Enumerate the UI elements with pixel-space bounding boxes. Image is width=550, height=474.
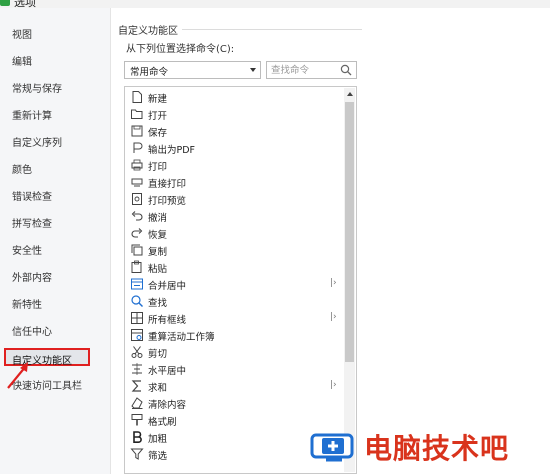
sidebar-item-new-features[interactable]: 新特性 xyxy=(12,296,42,311)
choose-commands-label: 从下列位置选择命令(C): xyxy=(126,44,235,55)
paste-icon xyxy=(131,260,142,273)
list-item[interactable]: 打开 xyxy=(129,106,339,123)
submenu-arrow-icon: |› xyxy=(330,312,337,322)
list-item[interactable]: 复制 xyxy=(129,242,339,259)
sidebar-item-spell-check[interactable]: 拼写检查 xyxy=(12,215,52,230)
copy-icon xyxy=(131,244,143,256)
submenu-arrow-icon: |› xyxy=(330,380,337,390)
group-divider xyxy=(182,29,362,30)
new-doc-icon xyxy=(132,91,142,103)
align-center-icon xyxy=(132,363,142,375)
find-icon xyxy=(131,295,143,307)
list-item[interactable]: 保存 xyxy=(129,123,339,140)
print-preview-icon xyxy=(132,193,142,205)
redo-icon xyxy=(131,228,143,238)
sum-icon xyxy=(131,380,141,392)
all-borders-icon xyxy=(131,312,143,324)
search-icon[interactable] xyxy=(340,64,352,76)
bold-icon xyxy=(133,431,142,443)
list-item[interactable]: 求和 |› xyxy=(129,378,339,395)
watermark: 电脑技术吧 xyxy=(308,425,550,469)
pdf-export-icon xyxy=(133,142,143,153)
group-title: 自定义功能区 xyxy=(118,26,178,37)
options-sidebar: 视图 编辑 常规与保存 重新计算 自定义序列 颜色 错误检查 拼写检查 安全性 … xyxy=(0,8,111,474)
list-item[interactable]: 直接打印 xyxy=(129,174,339,191)
sidebar-item-security[interactable]: 安全性 xyxy=(12,242,42,257)
list-item[interactable]: 所有框线 |› xyxy=(129,310,339,327)
sidebar-item-edit[interactable]: 编辑 xyxy=(12,53,32,68)
list-item[interactable]: 撤消 xyxy=(129,208,339,225)
filter-icon xyxy=(130,448,144,460)
sidebar-item-trust-center[interactable]: 信任中心 xyxy=(12,323,52,338)
sidebar-item-color[interactable]: 颜色 xyxy=(12,161,32,176)
window-title: 选项 xyxy=(14,0,36,8)
list-item[interactable]: 查找 xyxy=(129,293,339,310)
chevron-down-icon xyxy=(250,68,256,72)
save-icon xyxy=(131,125,143,137)
list-item[interactable]: 打印 xyxy=(129,157,339,174)
list-item[interactable]: 新建 xyxy=(129,89,339,106)
list-item[interactable]: 合并居中 |› xyxy=(129,276,339,293)
sidebar-item-general-save[interactable]: 常规与保存 xyxy=(12,80,62,95)
sidebar-item-external-content[interactable]: 外部内容 xyxy=(12,269,52,284)
sidebar-item-recalc[interactable]: 重新计算 xyxy=(12,107,52,122)
command-source-select[interactable]: 常用命令 xyxy=(124,61,261,79)
sidebar-item-error-check[interactable]: 错误检查 xyxy=(12,188,52,203)
sidebar-item-view[interactable]: 视图 xyxy=(12,26,32,41)
scrollbar-thumb[interactable] xyxy=(345,102,354,362)
folder-open-icon xyxy=(131,109,143,119)
list-item[interactable]: 水平居中 xyxy=(129,361,339,378)
watermark-logo-icon xyxy=(310,433,354,462)
list-item[interactable]: 输出为PDF xyxy=(129,140,339,157)
cut-icon xyxy=(131,346,143,358)
undo-icon xyxy=(131,211,143,221)
window-titlebar: 选项 xyxy=(0,0,550,8)
format-painter-icon xyxy=(131,414,143,426)
scroll-up-icon[interactable] xyxy=(347,92,353,96)
app-logo-icon xyxy=(0,0,10,6)
list-scrollbar[interactable] xyxy=(344,88,355,472)
list-item[interactable]: 粘贴 xyxy=(129,259,339,276)
list-item[interactable]: 剪切 xyxy=(129,344,339,361)
command-list[interactable]: 新建 打开 保存 输出为PDF 打印 直接打印 打印预览 撤消 恢复 复制 粘贴 xyxy=(124,86,357,474)
list-item[interactable]: 打印预览 xyxy=(129,191,339,208)
command-source-value: 常用命令 xyxy=(130,67,169,78)
command-search-box[interactable] xyxy=(266,61,357,79)
direct-print-icon xyxy=(131,178,143,187)
watermark-text: 电脑技术吧 xyxy=(364,432,510,465)
eraser-icon xyxy=(131,397,143,409)
list-item[interactable]: 清除内容 xyxy=(129,395,339,412)
sidebar-item-custom-list[interactable]: 自定义序列 xyxy=(12,134,62,149)
list-item[interactable]: 重算活动工作簿 xyxy=(129,327,339,344)
recalc-icon xyxy=(131,329,143,341)
merge-center-icon xyxy=(131,278,143,290)
annotation-arrow-icon xyxy=(7,362,28,389)
print-icon xyxy=(131,159,143,171)
list-item[interactable]: 恢复 xyxy=(129,225,339,242)
submenu-arrow-icon: |› xyxy=(330,278,337,288)
command-search-input[interactable] xyxy=(271,63,337,77)
